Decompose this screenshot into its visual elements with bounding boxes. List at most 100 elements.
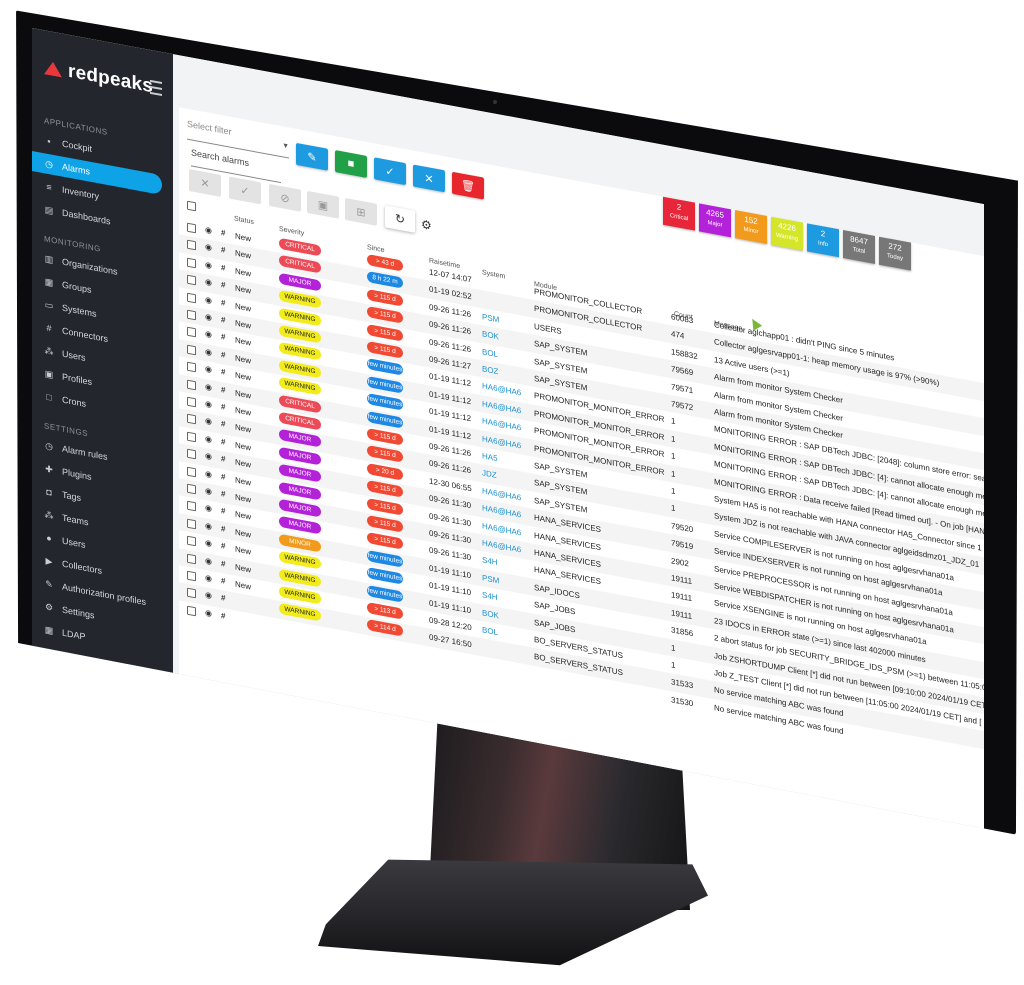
details-icon[interactable]: # <box>221 315 225 325</box>
eye-icon[interactable]: ◉ <box>205 295 212 305</box>
details-icon[interactable]: # <box>221 228 225 238</box>
counter-warning[interactable]: 4226 Warning <box>771 216 803 251</box>
select-all-checkbox[interactable] <box>187 200 196 212</box>
system-link[interactable]: JDZ <box>482 469 497 481</box>
gear-icon[interactable]: ⚙ <box>421 217 432 233</box>
row-checkbox[interactable] <box>187 414 196 425</box>
details-icon[interactable]: # <box>221 454 225 464</box>
system-link[interactable]: BOZ <box>482 364 498 376</box>
details-icon[interactable]: # <box>221 402 225 412</box>
system-link[interactable]: BOL <box>482 347 498 359</box>
row-checkbox[interactable] <box>187 501 196 512</box>
row-checkbox[interactable] <box>187 292 196 303</box>
add-note-button[interactable]: ⊞ <box>345 197 377 226</box>
system-link[interactable]: BOK <box>482 608 499 620</box>
details-icon[interactable]: # <box>221 593 225 603</box>
system-link[interactable]: HA5 <box>482 451 498 463</box>
eye-icon[interactable]: ◉ <box>205 312 212 322</box>
row-checkbox[interactable] <box>187 535 196 547</box>
row-checkbox[interactable] <box>187 257 196 269</box>
row-checkbox[interactable] <box>187 588 196 599</box>
eye-icon[interactable]: ◉ <box>205 416 212 426</box>
eye-icon[interactable]: ◉ <box>205 347 212 357</box>
eye-icon[interactable]: ◉ <box>205 225 212 235</box>
row-checkbox[interactable] <box>187 361 196 373</box>
eye-icon[interactable]: ◉ <box>205 399 212 409</box>
system-link[interactable]: PSM <box>482 312 499 324</box>
eye-icon[interactable]: ◉ <box>205 242 212 252</box>
counter-major[interactable]: 4265 Major <box>699 203 731 238</box>
row-checkbox[interactable] <box>187 240 196 251</box>
system-link[interactable]: BOL <box>482 625 498 637</box>
row-checkbox[interactable] <box>187 448 196 460</box>
row-checkbox[interactable] <box>187 431 196 443</box>
eye-icon[interactable]: ◉ <box>205 469 212 479</box>
counter-today[interactable]: 272 Today <box>879 236 911 271</box>
eye-icon[interactable]: ◉ <box>205 608 212 618</box>
eye-icon[interactable]: ◉ <box>205 590 212 600</box>
details-icon[interactable]: # <box>221 559 225 569</box>
details-icon[interactable]: # <box>221 367 225 377</box>
details-icon[interactable]: # <box>221 611 225 621</box>
row-checkbox[interactable] <box>187 518 196 530</box>
row-checkbox[interactable] <box>187 222 196 234</box>
details-icon[interactable]: # <box>221 263 225 273</box>
row-checkbox[interactable] <box>187 570 196 582</box>
brand-logo[interactable]: redpeaks <box>44 56 153 98</box>
column-header-status[interactable]: Status <box>234 215 254 226</box>
details-icon[interactable]: # <box>221 576 225 586</box>
eye-icon[interactable]: ◉ <box>205 364 212 374</box>
details-icon[interactable]: # <box>221 298 225 308</box>
row-checkbox[interactable] <box>187 274 196 286</box>
hamburger-menu-icon[interactable] <box>150 79 162 97</box>
details-icon[interactable]: # <box>221 280 225 290</box>
details-icon[interactable]: # <box>221 385 225 395</box>
snooze-button[interactable]: ⊘ <box>269 183 301 212</box>
counter-info[interactable]: 2 Info <box>807 223 839 258</box>
details-icon[interactable]: # <box>221 419 225 429</box>
delete-filter-button[interactable]: 🗑 <box>452 171 484 200</box>
eye-icon[interactable]: ◉ <box>205 503 212 513</box>
counter-critical[interactable]: 2 Critical <box>663 196 695 231</box>
acknowledge-close-button[interactable]: ✕ <box>189 169 221 197</box>
row-checkbox[interactable] <box>187 379 196 390</box>
eye-icon[interactable]: ◉ <box>205 451 212 461</box>
system-link[interactable]: S4H <box>482 556 498 568</box>
eye-icon[interactable]: ◉ <box>205 486 212 496</box>
eye-icon[interactable]: ◉ <box>205 556 212 566</box>
eye-icon[interactable]: ◉ <box>205 260 212 270</box>
system-link[interactable]: PSM <box>482 573 499 585</box>
row-checkbox[interactable] <box>187 466 196 477</box>
counter-minor[interactable]: 152 Minor <box>735 210 767 244</box>
row-checkbox[interactable] <box>187 605 196 617</box>
details-icon[interactable]: # <box>221 332 225 342</box>
clear-filter-button[interactable]: ✕ <box>413 164 445 193</box>
save-filter-button[interactable]: ■ <box>335 150 367 178</box>
details-icon[interactable]: # <box>221 350 225 360</box>
system-link[interactable]: S4H <box>482 590 498 602</box>
eye-icon[interactable]: ◉ <box>205 538 212 548</box>
details-icon[interactable]: # <box>221 541 225 551</box>
details-icon[interactable]: # <box>221 489 225 499</box>
acknowledge-check-button[interactable]: ✓ <box>229 176 261 205</box>
eye-icon[interactable]: ◉ <box>205 521 212 531</box>
system-link[interactable]: BOK <box>482 329 499 341</box>
row-checkbox[interactable] <box>187 344 196 356</box>
details-icon[interactable]: # <box>221 524 225 534</box>
row-checkbox[interactable] <box>187 553 196 564</box>
row-checkbox[interactable] <box>187 396 196 408</box>
eye-icon[interactable]: ◉ <box>205 382 212 392</box>
eye-icon[interactable]: ◉ <box>205 329 212 339</box>
details-icon[interactable]: # <box>221 506 225 516</box>
details-icon[interactable]: # <box>221 472 225 482</box>
edit-filter-button[interactable]: ✎ <box>296 142 328 171</box>
details-icon[interactable]: # <box>221 437 225 447</box>
eye-icon[interactable]: ◉ <box>205 277 212 287</box>
row-checkbox[interactable] <box>187 327 196 338</box>
counter-total[interactable]: 8647 Total <box>843 230 875 264</box>
apply-filter-button[interactable]: ✓ <box>374 157 406 186</box>
eye-icon[interactable]: ◉ <box>205 573 212 583</box>
eye-icon[interactable]: ◉ <box>205 434 212 444</box>
refresh-button[interactable]: ↻ <box>385 205 415 233</box>
row-checkbox[interactable] <box>187 483 196 495</box>
